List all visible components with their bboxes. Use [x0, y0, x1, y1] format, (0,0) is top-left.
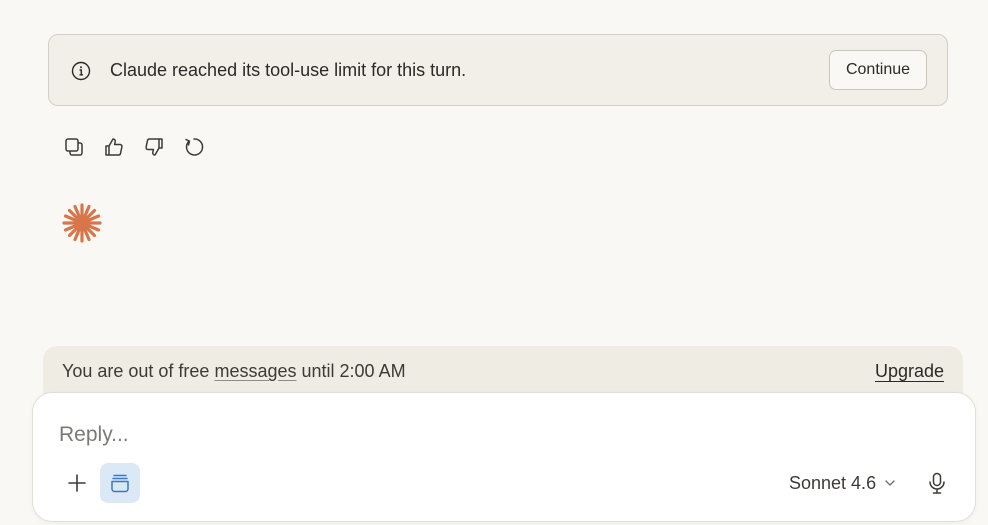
copy-button[interactable]	[60, 133, 88, 161]
model-selector[interactable]: Sonnet 4.6	[789, 471, 896, 495]
notice-text: Claude reached its tool-use limit for th…	[110, 60, 467, 80]
retry-icon	[185, 138, 204, 156]
thumbs-up-icon	[105, 138, 123, 156]
add-button[interactable]	[59, 465, 95, 501]
copy-icon	[65, 138, 83, 156]
project-button[interactable]	[100, 463, 140, 503]
messages-link[interactable]: messages	[214, 361, 296, 381]
quota-text: You are out of free messages until 2:00 …	[62, 361, 406, 382]
message-actions	[60, 133, 208, 161]
retry-button[interactable]	[180, 133, 208, 161]
quota-prefix: You are out of free	[62, 361, 215, 381]
quota-suffix: until 2:00 AM	[296, 361, 406, 381]
thumbs-down-icon	[145, 138, 163, 156]
project-icon	[111, 474, 129, 493]
reply-input[interactable]	[59, 421, 759, 449]
microphone-button[interactable]	[923, 469, 951, 497]
tool-limit-notice: Claude reached its tool-use limit for th…	[48, 34, 948, 106]
thumbs-up-button[interactable]	[100, 133, 128, 161]
chat-page: Claude reached its tool-use limit for th…	[0, 0, 988, 525]
continue-button[interactable]: Continue	[829, 50, 927, 90]
composer: Sonnet 4.6	[32, 392, 976, 522]
chevron-down-icon	[885, 480, 895, 486]
model-label: Sonnet 4.6	[789, 472, 877, 493]
plus-icon	[68, 474, 86, 492]
thumbs-down-button[interactable]	[140, 133, 168, 161]
claude-spark-icon	[62, 203, 102, 243]
upgrade-link[interactable]: Upgrade	[875, 361, 944, 382]
info-icon	[71, 61, 91, 81]
microphone-icon	[929, 472, 945, 494]
